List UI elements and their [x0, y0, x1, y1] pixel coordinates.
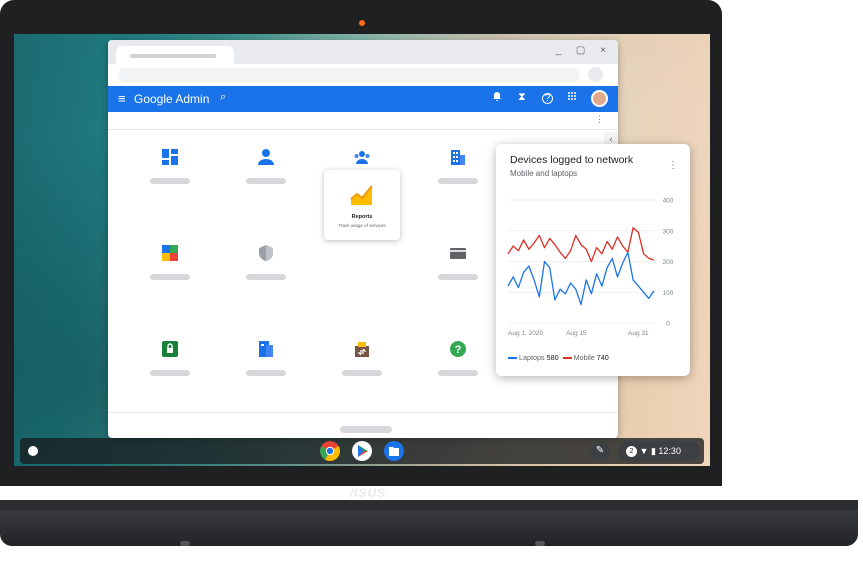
chrome-icon[interactable]	[320, 441, 340, 461]
devices-line-chart: 400 300 200 100 0 Aug 1, 2020 Aug 15 Aug 31	[507, 198, 674, 337]
tile-devices[interactable]	[226, 332, 306, 396]
tile-data-migration[interactable]	[322, 332, 402, 396]
legend-swatch-mobile	[562, 357, 572, 360]
clock: 12:30	[658, 446, 681, 456]
tile-reports[interactable]: Reports Track usage of services	[324, 170, 400, 240]
user-icon	[258, 149, 274, 165]
apps-launcher-icon[interactable]	[567, 91, 577, 104]
y-tick-label: 200	[663, 259, 674, 266]
tile-label-placeholder	[246, 370, 286, 376]
y-tick-label: 0	[666, 321, 670, 328]
tile-label-placeholder	[438, 178, 478, 184]
address-bar-row	[108, 64, 618, 86]
admin-app-bar: ≡ Google Admin ⌕ ⧗ ?	[108, 86, 618, 112]
billing-card-icon	[450, 248, 466, 259]
google-admin-logo[interactable]: Google Admin	[134, 92, 209, 106]
tile-label-placeholder	[150, 370, 190, 376]
x-tick-label: Aug 15	[566, 330, 587, 337]
svg-text:?: ?	[455, 344, 462, 356]
x-tick-label: Aug 31	[628, 330, 649, 337]
tile-admin-roles[interactable]	[130, 332, 210, 396]
devices-chart-card: Devices logged to network Mobile and lap…	[496, 144, 690, 376]
groups-icon	[354, 151, 370, 164]
chart-legend: Laptops 580 Mobile 740	[508, 353, 609, 362]
y-tick-label: 300	[663, 228, 674, 235]
hamburger-menu-icon[interactable]: ≡	[118, 91, 126, 106]
tab-bar: _ ▢ ×	[108, 40, 618, 64]
account-avatar[interactable]	[591, 90, 608, 107]
address-bar[interactable]	[118, 68, 580, 82]
launcher-button[interactable]	[28, 446, 38, 456]
y-tick-label: 100	[663, 290, 674, 297]
laptop-foot	[535, 541, 545, 546]
tab-title-placeholder	[130, 54, 216, 58]
notification-count-badge: 2	[626, 446, 637, 458]
search-icon[interactable]: ⌕	[220, 91, 226, 104]
legend-mobile-label: Mobile	[573, 353, 595, 362]
tasks-hourglass-icon[interactable]: ⧗	[518, 91, 526, 104]
wifi-icon: ▼	[639, 446, 649, 456]
window-controls[interactable]: _ ▢ ×	[556, 45, 612, 56]
laptop-scene: _ ▢ × ≡ Google Admin ⌕ ⧗ ? ⋮ ‹ ? Reports…	[0, 0, 863, 562]
tile-label-placeholder	[246, 178, 286, 184]
tile-billing[interactable]	[418, 236, 498, 300]
tile-label-placeholder	[438, 274, 478, 280]
series-line-laptops	[507, 251, 655, 306]
data-migration-icon	[355, 342, 369, 357]
tile-apps[interactable]	[130, 236, 210, 300]
apps-grid-icon	[162, 245, 178, 261]
reports-subtitle: Track usage of services	[338, 223, 386, 228]
more-options-icon[interactable]: ⋮	[595, 114, 604, 125]
status-tray[interactable]: 2 ▼ ▮ 12:30	[618, 441, 700, 461]
devices-icon	[259, 341, 273, 357]
support-help-icon: ?	[450, 341, 466, 357]
profile-icon[interactable]	[588, 67, 603, 82]
content-divider	[108, 412, 618, 413]
lock-icon	[162, 341, 178, 357]
help-icon[interactable]: ?	[542, 93, 553, 104]
laptop-base	[0, 500, 858, 546]
asus-logo: /ISUS	[349, 486, 387, 500]
security-shield-icon	[259, 245, 273, 261]
webcam-indicator	[359, 20, 365, 26]
drag-handle[interactable]	[340, 426, 392, 433]
tile-label-placeholder	[342, 370, 382, 376]
toolbar-strip: ⋮	[108, 112, 618, 130]
reports-chart-icon	[350, 185, 373, 205]
tile-users[interactable]	[226, 140, 306, 204]
logo-google: Google	[134, 92, 173, 106]
browser-tab[interactable]	[116, 46, 234, 64]
chromeos-shelf: ✎ 2 ▼ ▮ 12:30	[20, 438, 704, 464]
logo-admin: Admin	[172, 92, 210, 106]
play-store-icon[interactable]	[352, 441, 372, 461]
tile-security[interactable]	[226, 236, 306, 300]
x-tick-label: Aug 1, 2020	[508, 330, 543, 337]
tile-organization[interactable]	[418, 140, 498, 204]
tile-label-placeholder	[246, 274, 286, 280]
series-line-mobile	[507, 227, 655, 263]
reports-title: Reports	[351, 214, 373, 220]
tile-label-placeholder	[150, 274, 190, 280]
legend-mobile-value: 740	[596, 353, 609, 362]
dashboard-icon	[162, 149, 178, 165]
battery-icon: ▮	[650, 446, 656, 456]
laptop-foot	[180, 541, 190, 546]
legend-laptops-value: 580	[546, 353, 559, 362]
tile-support[interactable]: ?	[418, 332, 498, 396]
stylus-pen-icon[interactable]: ✎	[590, 441, 610, 461]
tile-dashboard[interactable]	[130, 140, 210, 204]
y-tick-label: 400	[663, 198, 674, 205]
tile-label-placeholder	[438, 370, 478, 376]
files-icon[interactable]	[384, 441, 404, 461]
building-icon	[451, 150, 465, 165]
notifications-icon[interactable]	[492, 91, 502, 105]
legend-laptops-label: Laptops	[519, 353, 545, 362]
legend-swatch-laptops	[508, 357, 517, 360]
tile-label-placeholder	[150, 178, 190, 184]
